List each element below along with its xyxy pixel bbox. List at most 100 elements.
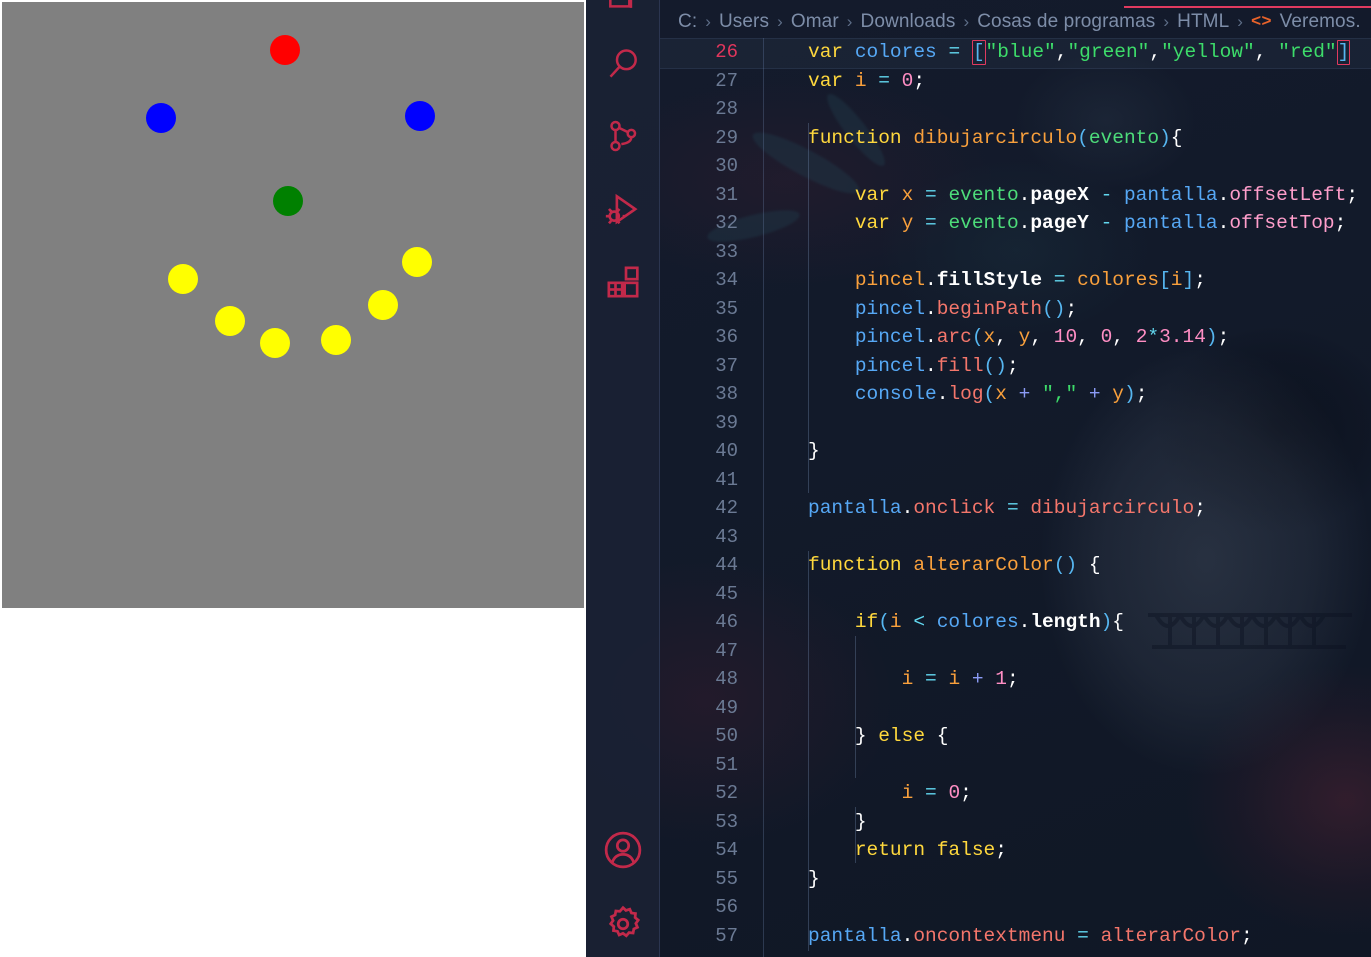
- code-line-text: console.log(x + "," + y);: [854, 383, 1148, 405]
- line-number: 57: [715, 924, 738, 947]
- breadcrumb-item-0[interactable]: C:: [678, 11, 697, 33]
- code-line[interactable]: 49: [660, 694, 1371, 723]
- code-line[interactable]: 42 pantalla.onclick = dibujarcirculo;: [660, 494, 1371, 523]
- code-line[interactable]: 35 pincel.beginPath();: [660, 295, 1371, 324]
- line-number: 35: [715, 297, 738, 320]
- code-line[interactable]: 33: [660, 238, 1371, 267]
- drawing-canvas[interactable]: [2, 2, 584, 608]
- breadcrumb-separator: ›: [705, 12, 711, 31]
- code-line[interactable]: 47: [660, 637, 1371, 666]
- code-line[interactable]: 36 pincel.arc(x, y, 10, 0, 2*3.14);: [660, 323, 1371, 352]
- line-number: 30: [715, 155, 738, 177]
- activity-bar: [586, 0, 660, 957]
- bracket-match-highlight: ]: [1336, 40, 1351, 65]
- line-number: 50: [715, 725, 738, 747]
- breadcrumb-separator: ›: [777, 12, 783, 31]
- line-number: 40: [715, 440, 738, 462]
- line-number: 39: [715, 411, 738, 434]
- line-number: 33: [715, 240, 738, 263]
- code-line[interactable]: 50 } else {: [660, 722, 1371, 751]
- line-number: 43: [715, 525, 738, 548]
- line-number: 41: [715, 468, 738, 491]
- line-number: 31: [715, 183, 738, 206]
- code-line[interactable]: 31 var x = evento.pageX - pantalla.offse…: [660, 181, 1371, 210]
- run-debug-icon: [602, 189, 644, 231]
- code-lines: 26 var colores = ["blue","green","yellow"…: [660, 38, 1371, 950]
- breadcrumb[interactable]: C: › Users › Omar › Downloads › Cosas de…: [660, 8, 1371, 36]
- breadcrumb-item-5[interactable]: HTML: [1177, 11, 1229, 33]
- code-line[interactable]: 56: [660, 893, 1371, 922]
- code-line-text: }: [808, 440, 820, 462]
- code-line[interactable]: 34 pincel.fillStyle = colores[i];: [660, 266, 1371, 295]
- line-number: 32: [715, 212, 738, 234]
- line-number: 49: [715, 696, 738, 719]
- line-number: 34: [715, 269, 738, 291]
- code-line[interactable]: 38 console.log(x + "," + y);: [660, 380, 1371, 409]
- breadcrumb-item-4[interactable]: Cosas de programas: [977, 11, 1155, 33]
- search-icon: [603, 44, 643, 84]
- code-line-text: var colores = ["blue","green","yellow", …: [808, 40, 1351, 65]
- canvas-circle-yellow: [260, 328, 290, 358]
- code-line-text: i = 0;: [901, 782, 972, 804]
- code-line[interactable]: 45: [660, 580, 1371, 609]
- line-number: 46: [715, 611, 738, 633]
- sidebar-item-account[interactable]: [586, 820, 660, 880]
- code-line[interactable]: 37 pincel.fill();: [660, 352, 1371, 381]
- line-number: 54: [715, 839, 738, 861]
- code-line[interactable]: 30: [660, 152, 1371, 181]
- code-line[interactable]: 55}: [660, 865, 1371, 894]
- breadcrumb-file[interactable]: Veremos.: [1280, 11, 1361, 33]
- code-line[interactable]: 44 function alterarColor() {: [660, 551, 1371, 580]
- sidebar-item-search[interactable]: [586, 34, 660, 94]
- code-line[interactable]: 57 pantalla.oncontextmenu = alterarColor;: [660, 922, 1371, 951]
- line-number: 42: [715, 497, 738, 519]
- canvas-circle-yellow: [215, 306, 245, 336]
- code-line[interactable]: 39: [660, 409, 1371, 438]
- code-line-text: function dibujarcirculo(evento){: [808, 126, 1183, 149]
- canvas-circle-yellow: [402, 247, 432, 277]
- breadcrumb-item-1[interactable]: Users: [719, 11, 769, 33]
- code-line-text: pincel.arc(x, y, 10, 0, 2*3.14);: [854, 326, 1230, 348]
- code-line[interactable]: 26 var colores = ["blue","green","yellow"…: [660, 38, 1371, 68]
- code-line[interactable]: 32 var y = evento.pageY - pantalla.offse…: [660, 209, 1371, 238]
- code-line-text: }: [854, 810, 867, 833]
- code-line[interactable]: 41: [660, 466, 1371, 495]
- sidebar-item-extensions[interactable]: [586, 252, 660, 312]
- code-line[interactable]: 27 var i = 0;: [660, 67, 1371, 96]
- sidebar-item-explorer[interactable]: [586, 0, 660, 30]
- line-number: 53: [715, 810, 738, 833]
- breadcrumb-separator: ›: [846, 12, 853, 31]
- code-line[interactable]: 28: [660, 95, 1371, 124]
- code-line-text: pantalla.oncontextmenu = alterarColor;: [808, 924, 1253, 947]
- code-line[interactable]: 54 return false;: [660, 836, 1371, 865]
- line-number: 36: [715, 326, 738, 348]
- account-icon: [601, 828, 645, 872]
- canvas-circle-blue: [146, 103, 176, 133]
- code-line-text: } else {: [854, 725, 949, 747]
- line-number: 37: [715, 354, 738, 377]
- code-line[interactable]: 52 i = 0;: [660, 779, 1371, 808]
- code-editor[interactable]: 26 var colores = ["blue","green","yellow"…: [660, 38, 1371, 957]
- line-number: 47: [715, 639, 738, 662]
- breadcrumb-item-3[interactable]: Downloads: [861, 11, 956, 33]
- breadcrumb-separator: ›: [963, 12, 970, 31]
- breadcrumb-separator: ›: [1237, 12, 1244, 31]
- code-line[interactable]: 29 function dibujarcirculo(evento){: [660, 124, 1371, 153]
- code-line[interactable]: 46 if(i < colores.length){: [660, 608, 1371, 637]
- line-number: 52: [715, 782, 738, 804]
- sidebar-item-source-control[interactable]: [586, 106, 660, 166]
- line-number: 29: [715, 126, 738, 149]
- code-line[interactable]: 48 i = i + 1;: [660, 665, 1371, 694]
- breadcrumb-item-2[interactable]: Omar: [791, 11, 839, 33]
- code-line[interactable]: 43: [660, 523, 1371, 552]
- code-line[interactable]: 53 }: [660, 808, 1371, 837]
- code-line[interactable]: 51: [660, 751, 1371, 780]
- canvas-circle-red: [270, 35, 300, 65]
- canvas-circle-yellow: [321, 325, 351, 355]
- code-line-text: function alterarColor() {: [808, 554, 1101, 576]
- editor-area: C: › Users › Omar › Downloads › Cosas de…: [660, 0, 1371, 957]
- sidebar-item-run-debug[interactable]: [586, 180, 660, 240]
- sidebar-item-settings[interactable]: [586, 894, 660, 954]
- code-line-text: return false;: [854, 839, 1007, 861]
- code-line[interactable]: 40}: [660, 437, 1371, 466]
